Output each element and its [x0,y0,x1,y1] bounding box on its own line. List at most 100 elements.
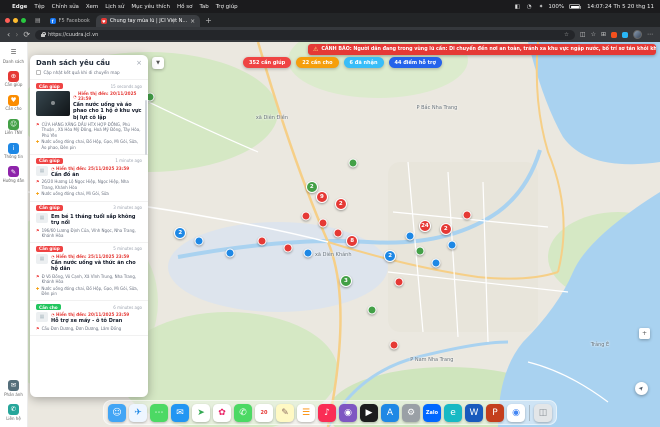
map-marker-red[interactable] [257,236,266,245]
dock-word-icon[interactable]: W [465,404,483,422]
dock-notes-icon[interactable]: ✎ [276,404,294,422]
browser-menu-button[interactable]: ⋯ [647,31,653,38]
dock-calendar-icon[interactable]: 20 [255,404,273,422]
menubar-item[interactable]: Chỉnh sửa [52,4,79,10]
dock-maps-icon[interactable]: ➤ [192,404,210,422]
extension-blue-icon[interactable] [622,32,628,38]
sidebar-item-need-help[interactable]: ⊕Cần giúp [5,71,23,88]
sidebar-item-give-help[interactable]: ♥Cần cho [5,95,21,112]
dock-edge-icon[interactable]: e [444,404,462,422]
control-center-icon[interactable]: ✦ [539,4,544,10]
sidebar-item-guide[interactable]: ✎Hướng dẫn [3,166,25,183]
map-marker-blue[interactable] [432,258,441,267]
map-marker-red[interactable] [302,212,311,221]
map-marker-red[interactable] [283,243,292,252]
sidebar-item-info[interactable]: iThông tin [4,143,23,160]
request-card[interactable]: Cần giúp15 seconds ago◔Hiển thị đến: 20/… [30,80,148,155]
panel-close-icon[interactable]: × [136,60,142,67]
menubar-item[interactable]: Hồ sơ [177,4,192,10]
dock-music-icon[interactable]: ♪ [318,404,336,422]
collections-icon[interactable]: ⊞ [601,31,606,38]
browser-tab[interactable]: fF5 Facebook [45,15,95,27]
map-marker-blue[interactable]: 2 [384,250,396,262]
dock-chrome-icon[interactable]: ◉ [507,404,525,422]
sidebar-item-list[interactable]: ☰Danh sách [3,47,24,64]
browser-tab[interactable]: ♥Chung tay mùa lũ | JCI Việt N...× [96,15,200,27]
dock-tv-icon[interactable]: ▶ [360,404,378,422]
map-zoom-button[interactable]: + [639,328,650,339]
map-marker-red[interactable]: 2 [440,223,452,235]
dock-safari-icon[interactable]: ✈ [129,404,147,422]
my-location-button[interactable]: ➤ [635,382,648,395]
menubar-clock[interactable]: 14:07:24 Th 5 20 thg 11 [587,4,654,10]
dock-photos-icon[interactable]: ✿ [213,404,231,422]
filter-chip[interactable]: 352 cần giúp [243,57,291,68]
back-button[interactable]: ‹ [7,31,10,39]
menubar-item[interactable]: Lịch sử [105,4,124,10]
map-marker-blue[interactable]: 2 [174,227,186,239]
map-marker-red[interactable] [389,341,398,350]
dock-reminders-icon[interactable]: ☰ [297,404,315,422]
close-window-button[interactable] [5,18,10,23]
menubar-item[interactable]: Tệp [34,4,44,10]
map-marker-red[interactable] [394,278,403,287]
menubar-item[interactable]: Trợ giúp [216,4,238,10]
tab-close-icon[interactable]: × [190,18,195,25]
map-marker-blue[interactable] [303,248,312,257]
screen-mirror-icon[interactable]: ◧ [515,4,520,10]
map-marker-red[interactable]: 2 [335,198,347,210]
request-card[interactable]: Cần giúp3 minutes ago▦Em bé 1 tháng tuổi… [30,202,148,243]
map-marker-green[interactable] [367,306,376,315]
menubar-item[interactable]: Xem [86,4,98,10]
auto-update-checkbox[interactable] [36,70,41,75]
map-marker-blue[interactable] [226,248,235,257]
filter-chip[interactable]: 6 đã nhận [344,57,384,68]
dock-settings-icon[interactable]: ⚙ [402,404,420,422]
dock-podcasts-icon[interactable]: ◉ [339,404,357,422]
refresh-button[interactable]: ⟳ [23,31,30,39]
map-marker-red[interactable]: 8 [346,235,358,247]
dock-powerpoint-icon[interactable]: P [486,404,504,422]
bookmark-star-icon[interactable]: ☆ [564,32,569,38]
menubar-item[interactable]: Tab [199,4,208,10]
dock-mail-icon[interactable]: ✉ [171,404,189,422]
filter-chip[interactable]: 44 điểm hỗ trợ [389,57,442,68]
dock-finder-icon[interactable]: ☺ [108,404,126,422]
request-card[interactable]: Cần giúp5 minutes ago▦◔Hiển thị đến: 25/… [30,243,148,301]
favorites-icon[interactable]: ☆ [591,31,596,38]
focus-icon[interactable]: ◔ [527,4,532,10]
map-marker-red[interactable] [319,218,328,227]
dock-app-store-icon[interactable]: A [381,404,399,422]
new-tab-button[interactable]: + [200,16,217,27]
menubar-item[interactable]: Mục yêu thích [131,4,170,10]
forward-button[interactable]: › [15,31,18,39]
filter-chip[interactable]: 22 cần cho [296,57,338,68]
map-marker-red[interactable] [334,228,343,237]
extension-orange-icon[interactable] [611,32,617,38]
map-marker-green[interactable] [415,247,424,256]
map-marker-red[interactable]: 9 [316,191,328,203]
minimize-window-button[interactable] [13,18,18,23]
dock-facetime-icon[interactable]: ✆ [234,404,252,422]
split-screen-icon[interactable]: ◫ [580,31,586,38]
zoom-window-button[interactable] [21,18,26,23]
dock-messages-icon[interactable]: ⋯ [150,404,168,422]
request-card[interactable]: Cần cho6 minutes ago▦◔Hiển thị đến: 20/1… [30,301,148,336]
map-marker-green[interactable]: 2 [306,181,318,193]
dock-zalo-icon[interactable]: Zalo [423,404,441,422]
map-marker-red[interactable]: 24 [419,220,431,232]
request-list[interactable]: Cần giúp15 seconds ago◔Hiển thị đến: 20/… [30,80,148,397]
dock-trash-icon[interactable]: ◫ [534,404,552,422]
sidebar-item-feedback[interactable]: ✉Phản ánh [4,380,23,397]
filter-button[interactable]: ▼ [152,57,164,69]
panel-scrollbar[interactable] [145,100,147,155]
vertical-tabs-icon[interactable]: ▤ [31,17,45,27]
map-marker-blue[interactable] [448,240,457,249]
map-marker-green[interactable] [348,158,357,167]
map-marker-green[interactable]: 3 [340,275,352,287]
map-marker-blue[interactable] [195,237,204,246]
sidebar-item-volunteers[interactable]: ☺Liên TNV [5,119,23,136]
profile-avatar[interactable] [633,30,642,39]
menubar-item[interactable]: Edge [12,4,27,10]
map-marker-red[interactable] [463,211,472,220]
